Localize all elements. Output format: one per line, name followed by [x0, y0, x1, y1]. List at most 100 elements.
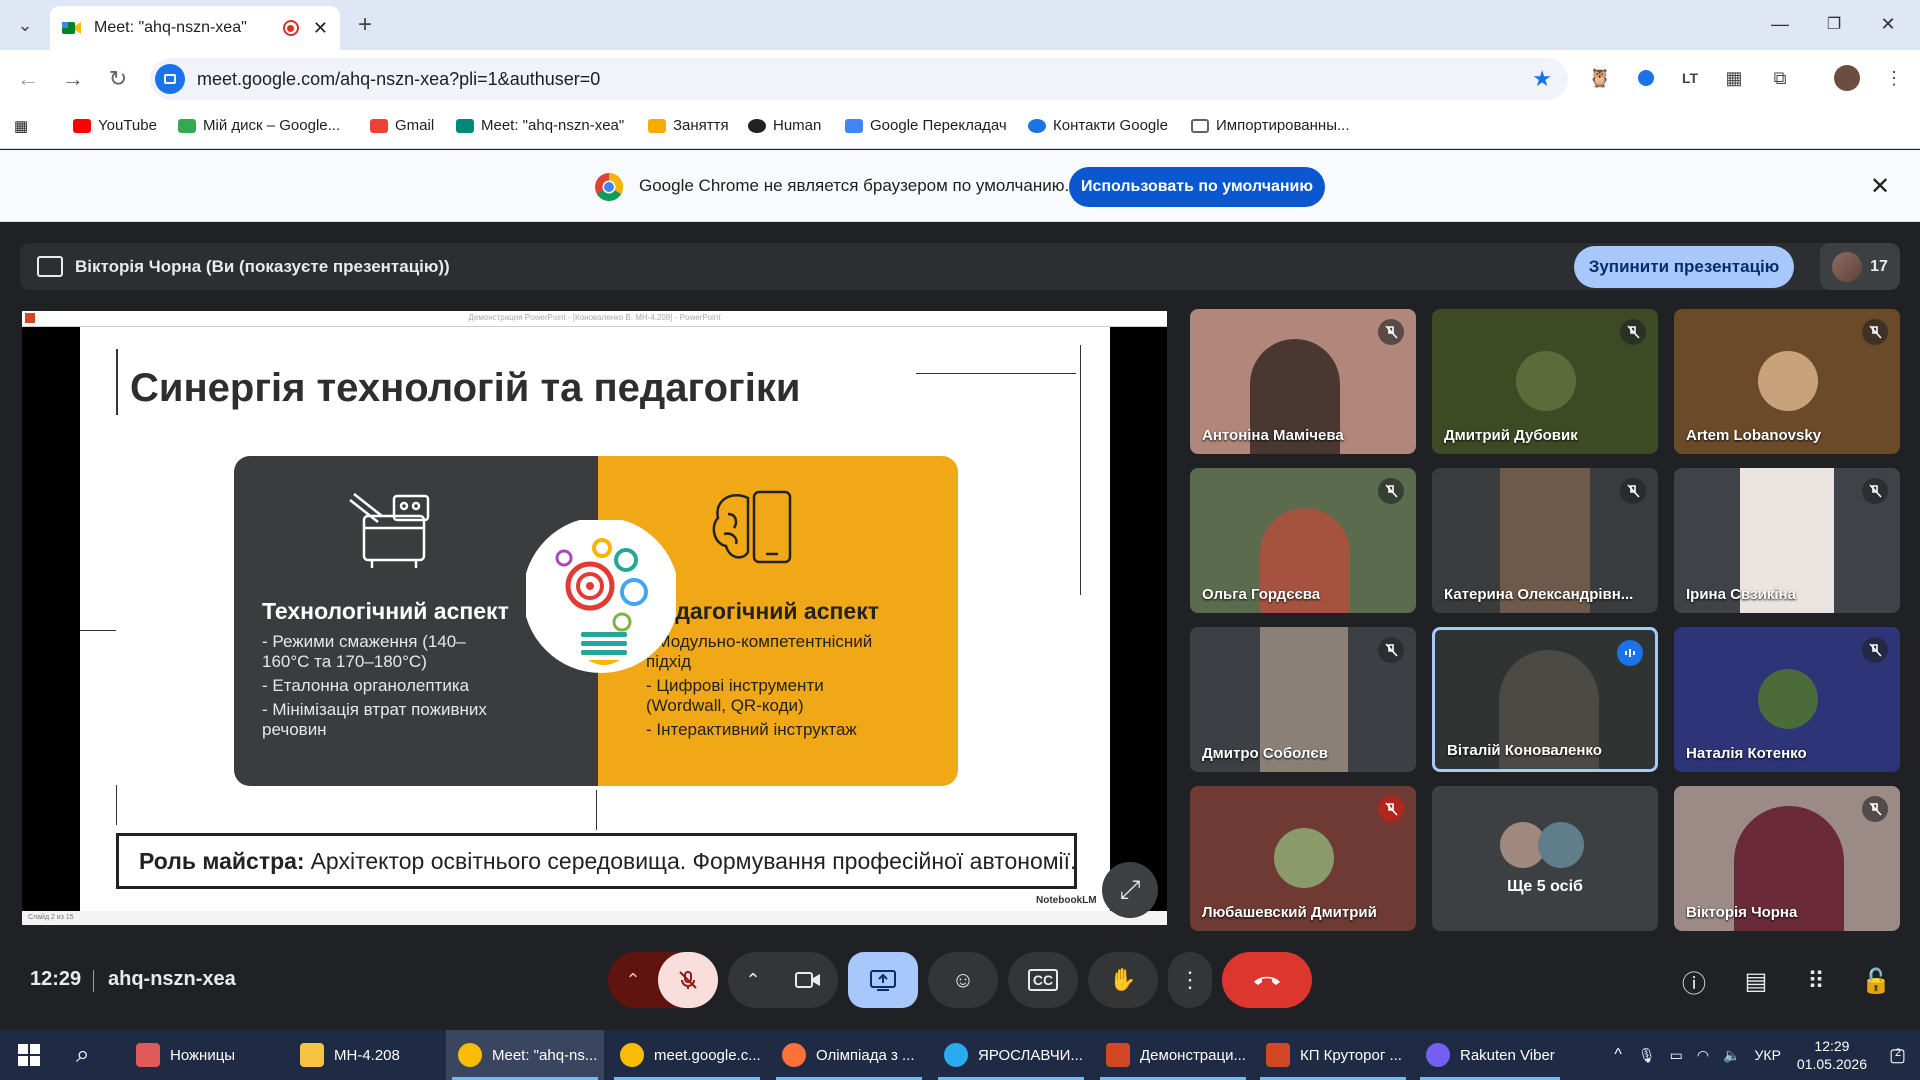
mic-options-chevron-icon[interactable]: ⌃	[608, 970, 658, 991]
participant-tile[interactable]: Вікторія Чорна	[1674, 786, 1900, 931]
taskbar-telegram[interactable]: ЯРОСЛАВЧИ...	[932, 1030, 1090, 1080]
mic-off-icon	[679, 971, 697, 989]
emoji-reaction-button[interactable]: ☺	[928, 952, 998, 1008]
bookmark-gmail[interactable]: Gmail	[370, 117, 434, 134]
camera-options-chevron-icon[interactable]: ⌃	[728, 970, 778, 991]
notebooklm-watermark: NotebookLM	[1036, 895, 1097, 906]
infobar-close-icon[interactable]: ✕	[1870, 172, 1890, 201]
participant-tile[interactable]: Artem Lobanovsky	[1674, 309, 1900, 454]
windows-logo-icon	[18, 1044, 40, 1066]
mic-off-icon	[1862, 478, 1888, 504]
host-controls-icon[interactable]: 🔓	[1860, 965, 1892, 997]
taskbar-powerpoint[interactable]: Демонстраци...	[1094, 1030, 1252, 1080]
participant-tile[interactable]: Катерина Олександрівн...	[1432, 468, 1658, 613]
scissors-icon	[136, 1043, 160, 1067]
camera-toggle-button[interactable]	[778, 970, 838, 990]
participant-tile[interactable]: Ольга Гордєєва	[1190, 468, 1416, 613]
fullscreen-expand-icon[interactable]: ⤢	[1102, 862, 1158, 918]
tray-expand-icon[interactable]: ^	[1614, 1046, 1622, 1064]
participant-tile[interactable]: Наталія Котенко	[1674, 627, 1900, 772]
back-icon[interactable]: ←	[13, 64, 43, 94]
participant-count-button[interactable]: 17	[1820, 243, 1900, 290]
bookmark-drive[interactable]: Мій диск – Google...	[178, 117, 340, 134]
bookmark-meet[interactable]: Meet: "ahq-nszn-xea"	[456, 117, 624, 134]
participant-tile[interactable]: Ірина Свзикіна	[1674, 468, 1900, 613]
viber-icon	[1426, 1043, 1450, 1067]
taskbar-powerpoint-2[interactable]: КП Круторог ...	[1254, 1030, 1412, 1080]
set-default-button[interactable]: Использовать по умолчанию	[1069, 167, 1325, 207]
mic-off-icon	[1620, 478, 1646, 504]
chat-icon[interactable]: ▤	[1740, 965, 1772, 997]
taskbar-snipping[interactable]: Ножницы	[124, 1030, 284, 1080]
notifications-icon[interactable]: ▢ 2	[1889, 1045, 1906, 1066]
meeting-info-icon[interactable]: ⓘ	[1678, 965, 1710, 998]
bookmark-youtube[interactable]: YouTube	[73, 117, 157, 134]
captions-button[interactable]: CC	[1008, 952, 1078, 1008]
taskbar-folder[interactable]: МН-4.208	[288, 1030, 440, 1080]
telegram-icon	[944, 1043, 968, 1067]
taskbar-viber[interactable]: Rakuten Viber	[1414, 1030, 1566, 1080]
forward-icon[interactable]: →	[58, 64, 88, 94]
address-bar[interactable]: meet.google.com/ahq-nszn-xea?pli=1&authu…	[150, 58, 1568, 100]
owl-extension-icon[interactable]: 🦉	[1586, 64, 1614, 92]
participant-tile[interactable]: Дмитро Соболєв	[1190, 627, 1416, 772]
mic-off-icon	[1378, 796, 1404, 822]
tray-clock[interactable]: 12:29 01.05.2026	[1797, 1037, 1867, 1073]
chrome-menu-icon[interactable]: ⋮	[1880, 64, 1908, 92]
activities-icon[interactable]: ⠿	[1800, 965, 1832, 997]
captions-icon: CC	[1027, 969, 1059, 991]
bookmark-imported[interactable]: Импортированны...	[1191, 117, 1350, 134]
blue-dot-extension-icon[interactable]	[1638, 70, 1654, 86]
mic-toggle-button[interactable]	[658, 952, 718, 1008]
restore-icon[interactable]: ❐	[1809, 8, 1859, 40]
new-tab-button[interactable]: +	[350, 10, 380, 40]
avatar	[1758, 351, 1818, 411]
minimize-icon[interactable]: —	[1755, 8, 1805, 40]
volume-icon[interactable]: 🔈	[1723, 1047, 1740, 1064]
taskbar-firefox[interactable]: Олімпіада з ...	[770, 1030, 928, 1080]
tab-search-icon[interactable]: ⌄	[10, 10, 40, 40]
system-tray: ^ 🎙 ▭ ◠ 🔈 УКР 12:29 01.05.2026 ▢ 2	[1614, 1030, 1920, 1080]
stop-presenting-button[interactable]: Зупинити презентацію	[1574, 246, 1794, 288]
site-info-icon[interactable]	[155, 64, 185, 94]
bookmark-translate[interactable]: Google Перекладач	[845, 117, 1007, 134]
bookmark-star-icon[interactable]: ★	[1532, 66, 1552, 92]
decor-line	[1080, 345, 1081, 595]
window-close-icon[interactable]: ✕	[1863, 8, 1913, 40]
tab-meet[interactable]: Meet: "ahq-nszn-xea" ✕	[50, 6, 340, 50]
human-icon	[748, 118, 766, 133]
participant-tile-speaking[interactable]: Віталій Коноваленко	[1432, 627, 1658, 772]
bookmark-classroom[interactable]: Заняття	[648, 117, 729, 134]
search-icon[interactable]: ⌕	[62, 1030, 118, 1080]
mic-tray-icon[interactable]: 🎙	[1638, 1047, 1656, 1064]
extensions-icon[interactable]: ⧉	[1766, 64, 1794, 92]
raise-hand-button[interactable]: ✋	[1088, 952, 1158, 1008]
tab-close-icon[interactable]: ✕	[313, 18, 328, 39]
start-button[interactable]	[0, 1030, 60, 1080]
participant-tile[interactable]: Антоніна Мамічева	[1190, 309, 1416, 454]
qr-extension-icon[interactable]: ▦	[1720, 64, 1748, 92]
participant-name: Любашевский Дмитрий	[1202, 904, 1377, 921]
participant-tile[interactable]: Дмитрий Дубовик	[1432, 309, 1658, 454]
recording-icon	[282, 20, 299, 36]
leave-call-button[interactable]	[1222, 952, 1312, 1008]
battery-icon[interactable]: ▭	[1670, 1047, 1683, 1064]
lt-extension-icon[interactable]: LT	[1676, 64, 1704, 92]
taskbar-chrome-meet-2[interactable]: meet.google.c...	[608, 1030, 766, 1080]
language-indicator[interactable]: УКР	[1755, 1047, 1781, 1063]
more-options-button[interactable]: ⋮	[1168, 952, 1212, 1008]
bookmark-human[interactable]: Human	[748, 117, 821, 134]
reload-icon[interactable]: ↻	[103, 64, 133, 94]
more-participants-tile[interactable]: Ще 5 осіб	[1432, 786, 1658, 931]
profile-avatar[interactable]	[1834, 65, 1860, 91]
participant-tile[interactable]: Любашевский Дмитрий	[1190, 786, 1416, 931]
bookmark-contacts[interactable]: Контакти Google	[1028, 117, 1168, 134]
presentation-view[interactable]: Демонстрация PowerPoint - [Коноваленко В…	[22, 311, 1167, 925]
present-screen-button[interactable]	[848, 952, 918, 1008]
url-text[interactable]: meet.google.com/ahq-nszn-xea?pli=1&authu…	[197, 69, 1532, 90]
folder-icon	[1191, 118, 1209, 133]
wifi-icon[interactable]: ◠	[1697, 1047, 1709, 1064]
taskbar-chrome-meet[interactable]: Meet: "ahq-ns...	[446, 1030, 604, 1080]
translate-icon	[845, 118, 863, 133]
apps-grid-icon[interactable]: ▦	[14, 117, 28, 135]
